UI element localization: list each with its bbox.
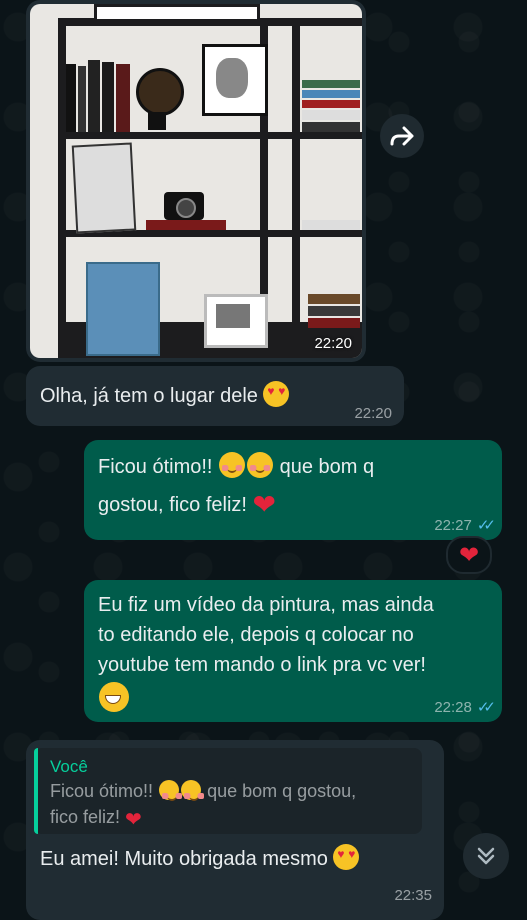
message-time: 22:20 (354, 405, 392, 422)
shelf-photo[interactable]: 22:20 (30, 4, 362, 358)
forward-button[interactable] (380, 114, 424, 158)
double-check-icon: ✓✓ (476, 699, 496, 716)
outgoing-message[interactable]: Eu fiz um vídeo da pintura, mas ainda to… (84, 580, 502, 722)
message-text: Ficou ótimo!! (98, 456, 213, 478)
message-text: Eu amei! Muito obrigada mesmo (40, 848, 328, 870)
blush-emoji (159, 780, 183, 801)
heart-eyes-emoji (263, 381, 290, 407)
quote-author: Você (50, 757, 88, 776)
message-text: youtube tem mando o link pra vc ver! (98, 654, 426, 676)
message-time: 22:28 (434, 698, 472, 716)
heart-emoji: ❤ (252, 489, 276, 520)
heart-reaction[interactable]: ❤ (446, 536, 492, 574)
quote-text: Ficou ótimo!! (50, 781, 154, 801)
chevron-double-down-icon (477, 847, 495, 865)
scroll-to-bottom-button[interactable] (463, 833, 509, 879)
incoming-message[interactable]: Olha, já tem o lugar dele 22:20 (26, 366, 404, 426)
message-meta: 22:20 (354, 405, 392, 422)
quote-text: fico feliz! (50, 807, 121, 827)
message-meta: 22:27 ✓✓ (434, 516, 496, 535)
quoted-message[interactable]: Você Ficou ótimo!! que bom q gostou, fic… (34, 748, 422, 834)
blush-emoji (219, 452, 246, 478)
message-meta: 22:35 (394, 887, 432, 904)
message-text: Olha, já tem o lugar dele (40, 385, 258, 407)
double-check-icon: ✓✓ (476, 517, 496, 534)
grin-emoji (99, 682, 129, 712)
heart-eyes-emoji (333, 844, 360, 870)
message-time: 22:27 (434, 516, 472, 534)
image-message[interactable]: 22:20 (26, 0, 366, 362)
message-text: que bom q (279, 456, 375, 478)
message-time: 22:20 (314, 335, 352, 352)
quote-text: que bom q gostou, (207, 781, 357, 801)
message-time: 22:35 (394, 887, 432, 904)
message-text: to editando ele, depois q colocar no (98, 624, 414, 646)
blush-emoji (181, 780, 205, 801)
message-meta: 22:28 ✓✓ (434, 698, 496, 717)
message-text: Eu fiz um vídeo da pintura, mas ainda (98, 594, 434, 616)
incoming-reply-message[interactable]: Você Ficou ótimo!! que bom q gostou, fic… (26, 740, 444, 920)
blush-emoji (247, 452, 274, 478)
heart-emoji: ❤ (125, 809, 142, 831)
forward-icon (390, 126, 414, 146)
message-text: gostou, fico feliz! (98, 494, 247, 516)
outgoing-message[interactable]: Ficou ótimo!! que bom q gostou, fico fel… (84, 440, 502, 540)
